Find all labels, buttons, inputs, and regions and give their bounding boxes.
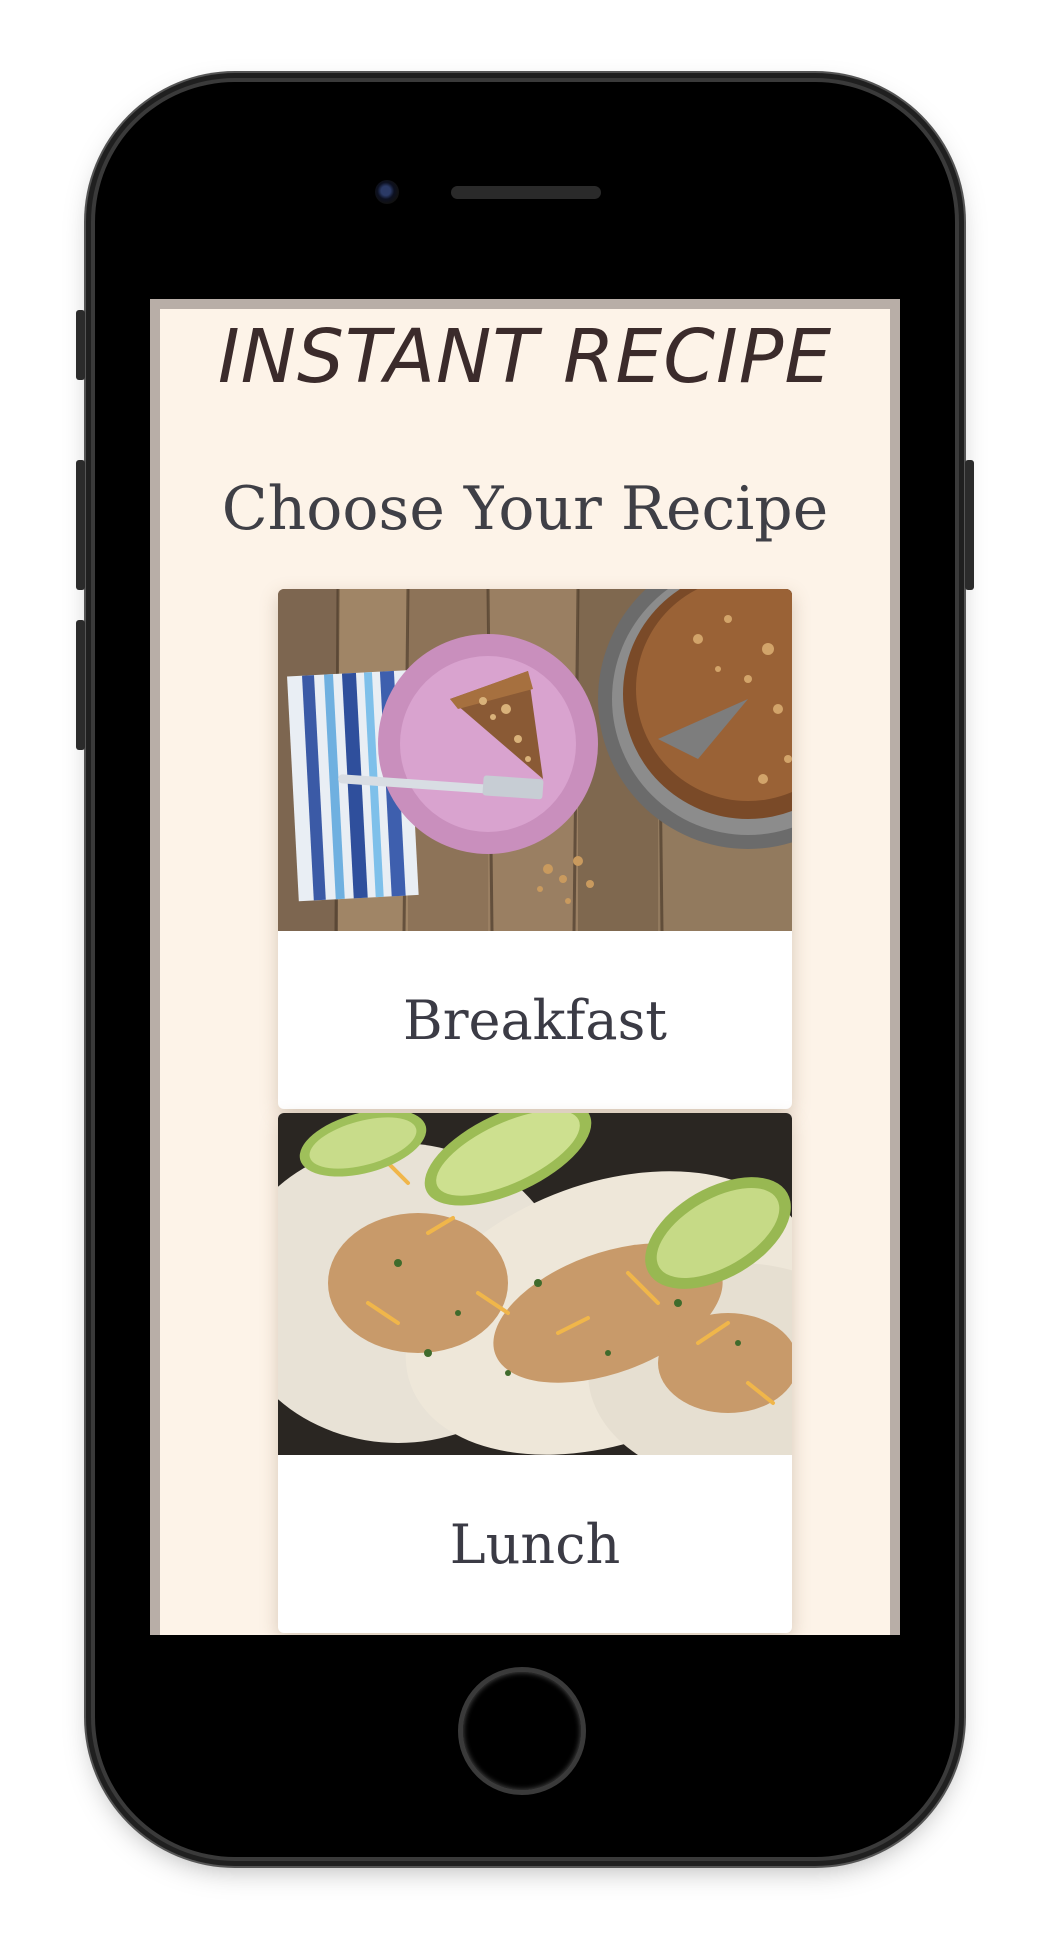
earpiece-speaker xyxy=(451,186,601,199)
screen: INSTANT RECIPE Choose Your Recipe Breakf… xyxy=(150,299,900,1635)
phone-frame: INSTANT RECIPE Choose Your Recipe Breakf… xyxy=(76,82,974,1857)
front-camera xyxy=(375,180,399,204)
volume-up-button xyxy=(76,460,85,590)
recipe-card-lunch[interactable]: Lunch xyxy=(278,1113,792,1633)
card-label-breakfast: Breakfast xyxy=(403,988,667,1052)
volume-down-button xyxy=(76,620,85,750)
page-viewport[interactable]: INSTANT RECIPE Choose Your Recipe Breakf… xyxy=(160,309,890,1635)
recipe-card-breakfast[interactable]: Breakfast xyxy=(278,589,792,1109)
breakfast-image xyxy=(278,589,792,931)
power-button xyxy=(965,460,974,590)
card-label-lunch: Lunch xyxy=(449,1512,621,1576)
silent-switch xyxy=(76,310,85,380)
app-title: INSTANT RECIPE xyxy=(217,314,833,400)
page-title: Choose Your Recipe xyxy=(221,474,829,544)
home-button[interactable] xyxy=(458,1667,586,1795)
lunch-image xyxy=(278,1113,792,1455)
